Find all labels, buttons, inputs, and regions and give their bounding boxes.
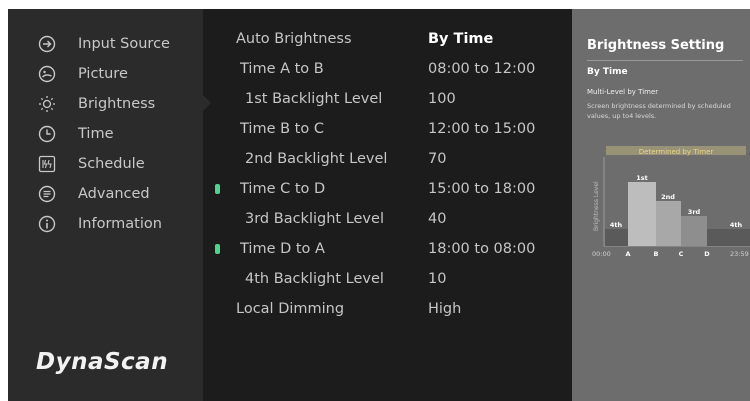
info-panel: Brightness Setting By Time Multi-Level b… (572, 9, 750, 401)
setting-value: 12:00 to 15:00 (428, 121, 536, 137)
setting-value: High (428, 301, 462, 317)
brightness-icon (38, 95, 56, 113)
setting-value: 18:00 to 08:00 (428, 241, 536, 257)
level-label-3rd: 3rd (688, 208, 701, 216)
sidebar: Input Source Picture Brightness Time Sch… (8, 9, 203, 401)
setting-row-auto-brightness[interactable]: Auto Brightness By Time (203, 24, 572, 54)
level-bar-4th-start (605, 229, 628, 246)
chart-end-time: 23:59 (730, 250, 749, 258)
setting-label: 4th Backlight Level (245, 271, 384, 287)
setting-row-2nd-backlight[interactable]: 2nd Backlight Level 70 (203, 144, 572, 174)
status-indicator (215, 244, 220, 254)
clock-icon (38, 125, 56, 143)
chart-start-time: 00:00 (592, 250, 611, 258)
info-title: Brightness Setting (587, 38, 725, 53)
setting-label: 1st Backlight Level (245, 91, 383, 107)
setting-value: 70 (428, 151, 447, 167)
level-label-4th-end: 4th (730, 221, 743, 229)
sidebar-item-label: Brightness (78, 96, 156, 112)
setting-value: 08:00 to 12:00 (428, 61, 536, 77)
setting-value: 40 (428, 211, 447, 227)
info-subtitle: By Time (587, 67, 628, 77)
info-desc: Screen brightness determined by schedule… (587, 102, 731, 120)
sidebar-item-label: Input Source (78, 36, 170, 52)
level-bar-2nd (656, 201, 681, 246)
setting-row-time-a-to-b[interactable]: Time A to B 08:00 to 12:00 (203, 54, 572, 84)
timer-banner-text: Determined by Timer (639, 148, 714, 156)
status-indicator (215, 184, 220, 194)
sidebar-item-label: Picture (78, 66, 128, 82)
marker-b: B (654, 250, 659, 258)
advanced-icon (38, 185, 56, 203)
info-divider (587, 60, 743, 61)
sidebar-item-label: Schedule (78, 156, 145, 172)
level-bar-1st (628, 182, 656, 246)
sidebar-item-label: Information (78, 216, 162, 232)
marker-a: A (625, 250, 630, 258)
sidebar-item-schedule[interactable]: Schedule (8, 149, 203, 179)
level-bar-3rd (681, 216, 707, 246)
level-label-1st: 1st (636, 174, 648, 182)
setting-row-3rd-backlight[interactable]: 3rd Backlight Level 40 (203, 204, 572, 234)
setting-label: 2nd Backlight Level (245, 151, 388, 167)
level-label-4th: 4th (610, 221, 623, 229)
brand-logo: DynaScan (36, 349, 169, 375)
setting-value: 15:00 to 18:00 (428, 181, 536, 197)
setting-value: 10 (428, 271, 447, 287)
setting-label: 3rd Backlight Level (245, 211, 384, 227)
setting-label: Time C to D (240, 181, 326, 197)
setting-row-local-dimming[interactable]: Local Dimming High (203, 294, 572, 324)
sidebar-menu: Input Source Picture Brightness Time Sch… (8, 9, 203, 239)
setting-row-time-c-to-d[interactable]: Time C to D 15:00 to 18:00 (203, 174, 572, 204)
setting-row-time-d-to-a[interactable]: Time D to A 18:00 to 08:00 (203, 234, 572, 264)
sidebar-item-label: Time (78, 126, 114, 142)
osd-screen: Input Source Picture Brightness Time Sch… (8, 9, 750, 401)
marker-d: D (704, 250, 710, 258)
info-icon (38, 215, 56, 233)
sidebar-item-information[interactable]: Information (8, 209, 203, 239)
sidebar-item-brightness[interactable]: Brightness (8, 89, 203, 119)
marker-c: C (679, 250, 684, 258)
setting-row-1st-backlight[interactable]: 1st Backlight Level 100 (203, 84, 572, 114)
picture-icon (38, 65, 56, 83)
setting-row-4th-backlight[interactable]: 4th Backlight Level 10 (203, 264, 572, 294)
settings-panel: Auto Brightness By Time Time A to B 08:0… (203, 9, 572, 401)
sidebar-item-picture[interactable]: Picture (8, 59, 203, 89)
chart-ylabel: Brightness Level (593, 181, 600, 231)
sidebar-item-input-source[interactable]: Input Source (8, 29, 203, 59)
schedule-icon (38, 155, 56, 173)
level-bar-4th-end (707, 229, 750, 246)
sidebar-item-advanced[interactable]: Advanced (8, 179, 203, 209)
setting-label: Auto Brightness (236, 31, 352, 47)
sidebar-item-label: Advanced (78, 186, 150, 202)
setting-label: Local Dimming (236, 301, 345, 317)
setting-label: Time A to B (240, 61, 324, 77)
setting-label: Time D to A (240, 241, 325, 257)
setting-value: 100 (428, 91, 456, 107)
setting-label: Time B to C (240, 121, 324, 137)
setting-value: By Time (428, 31, 494, 47)
info-desc-title: Multi-Level by Timer (587, 88, 659, 96)
input-source-icon (38, 35, 56, 53)
setting-row-time-b-to-c[interactable]: Time B to C 12:00 to 15:00 (203, 114, 572, 144)
level-label-2nd: 2nd (661, 193, 675, 201)
sidebar-item-time[interactable]: Time (8, 119, 203, 149)
timer-diagram: Determined by Timer Brightness Level 4th… (592, 146, 750, 258)
